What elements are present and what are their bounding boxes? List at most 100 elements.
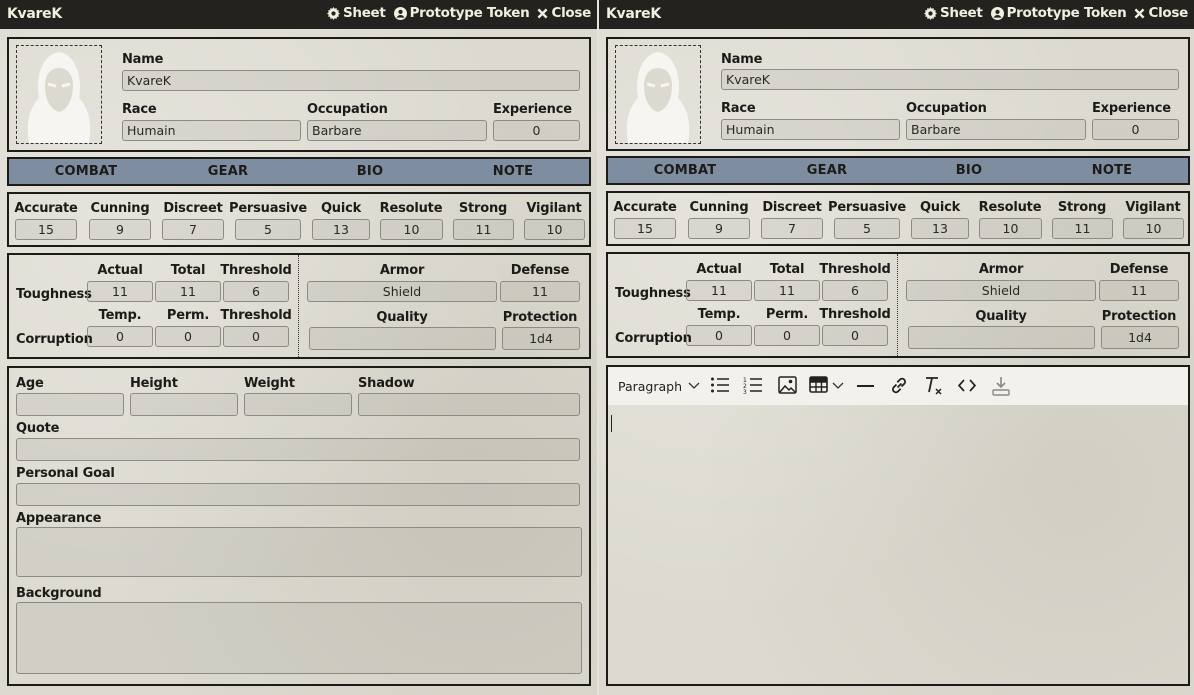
- protection-input[interactable]: 1d4: [1101, 326, 1179, 349]
- toughness-actual-input[interactable]: 11: [686, 280, 752, 301]
- toughness-total-input[interactable]: 11: [754, 280, 820, 301]
- name-input[interactable]: KvareK: [721, 69, 1179, 90]
- close-icon: [1135, 8, 1145, 18]
- prototype-token-button[interactable]: Prototype Token: [393, 5, 530, 21]
- defense-label: Defense: [1109, 262, 1169, 277]
- quality-input[interactable]: [309, 327, 496, 350]
- attr-resolute-label: Resolute: [978, 200, 1042, 215]
- attr-strong-value[interactable]: 11: [453, 219, 514, 240]
- corruption-threshold-input[interactable]: 0: [822, 325, 888, 346]
- toughness-actual-input[interactable]: 11: [87, 281, 153, 302]
- close-button[interactable]: Close: [1134, 5, 1188, 21]
- defense-input[interactable]: 11: [500, 281, 580, 302]
- numbered-list-icon[interactable]: 123: [743, 376, 763, 394]
- attr-accurate-value[interactable]: 15: [15, 219, 77, 240]
- tab-note[interactable]: NOTE: [493, 164, 533, 179]
- attr-persuasive-value[interactable]: 5: [834, 218, 900, 239]
- hooded-figure-icon: [626, 52, 690, 143]
- quality-input[interactable]: [908, 326, 1095, 349]
- personal-goal-input[interactable]: [16, 483, 580, 506]
- occupation-label: Occupation: [906, 101, 987, 116]
- close-button[interactable]: Close: [537, 5, 591, 21]
- attr-resolute-value[interactable]: 10: [380, 219, 443, 240]
- age-input[interactable]: [16, 393, 124, 416]
- toughness-threshold-input[interactable]: 6: [822, 280, 888, 301]
- attr-resolute-value[interactable]: 10: [979, 218, 1042, 239]
- link-icon[interactable]: [889, 376, 909, 395]
- weight-input[interactable]: [244, 393, 352, 416]
- window-header[interactable]: KvareK Sheet Prototype Token Close: [599, 0, 1194, 29]
- attributes-section: Accurate 15 Cunning 9 Discreet 7 Persuas…: [606, 191, 1190, 246]
- attr-vigilant-value[interactable]: 10: [1123, 218, 1184, 239]
- bullet-list-icon[interactable]: [710, 376, 730, 394]
- chevron-down-icon[interactable]: [832, 382, 844, 390]
- horizontal-rule-icon[interactable]: [857, 384, 874, 388]
- protection-input[interactable]: 1d4: [502, 327, 580, 350]
- sheet-tabs: COMBAT GEAR BIO NOTE: [606, 156, 1190, 185]
- prototype-token-button[interactable]: Prototype Token: [990, 5, 1127, 21]
- corruption-temp-input[interactable]: 0: [87, 326, 153, 347]
- save-icon[interactable]: [991, 376, 1011, 396]
- character-sheet-window-bio: KvareK Sheet Prototype Token Close Name …: [0, 0, 597, 695]
- armor-input[interactable]: Shield: [906, 280, 1096, 301]
- attr-strong-value[interactable]: 11: [1052, 218, 1113, 239]
- window-header[interactable]: KvareK Sheet Prototype Token Close: [0, 0, 597, 29]
- attr-cunning-value[interactable]: 9: [89, 219, 151, 240]
- tab-combat[interactable]: COMBAT: [55, 164, 118, 179]
- defense-input[interactable]: 11: [1099, 280, 1179, 301]
- height-input[interactable]: [130, 393, 238, 416]
- editor-content-area[interactable]: [608, 405, 1188, 684]
- tab-combat[interactable]: COMBAT: [654, 163, 717, 178]
- occupation-input[interactable]: Barbare: [906, 119, 1086, 140]
- clear-format-icon[interactable]: [924, 376, 944, 396]
- tab-bio[interactable]: BIO: [357, 164, 383, 179]
- source-code-icon[interactable]: [958, 379, 976, 392]
- appearance-textarea[interactable]: [16, 527, 582, 577]
- toughness-threshold-input[interactable]: 6: [223, 281, 289, 302]
- experience-input[interactable]: 0: [1092, 119, 1179, 140]
- attr-cunning-value[interactable]: 9: [688, 218, 750, 239]
- shadow-label: Shadow: [358, 376, 415, 391]
- actor-portrait[interactable]: [615, 45, 701, 144]
- occupation-input[interactable]: Barbare: [307, 120, 487, 141]
- tab-note[interactable]: NOTE: [1092, 163, 1132, 178]
- race-input[interactable]: Humain: [721, 119, 900, 140]
- attr-persuasive-value[interactable]: 5: [235, 219, 301, 240]
- chevron-down-icon[interactable]: [688, 382, 700, 390]
- shadow-input[interactable]: [358, 393, 580, 416]
- attr-quick-value[interactable]: 13: [312, 219, 370, 240]
- toughness-total-input[interactable]: 11: [155, 281, 221, 302]
- name-label: Name: [721, 52, 763, 67]
- experience-input[interactable]: 0: [493, 120, 580, 141]
- attr-discreet-label: Discreet: [762, 200, 822, 215]
- sheet-config-button[interactable]: Sheet: [923, 5, 983, 21]
- background-textarea[interactable]: [16, 602, 582, 674]
- quality-label: Quality: [376, 310, 428, 325]
- quote-input[interactable]: [16, 438, 580, 461]
- race-input[interactable]: Humain: [122, 120, 301, 141]
- attr-discreet-value[interactable]: 7: [761, 218, 823, 239]
- corruption-perm-input[interactable]: 0: [754, 325, 820, 346]
- table-icon[interactable]: [809, 376, 828, 393]
- corruption-label: Corruption: [615, 331, 692, 346]
- attr-vigilant-value[interactable]: 10: [524, 219, 585, 240]
- attr-persuasive-label: Persuasive: [827, 200, 907, 215]
- user-circle-icon: [990, 6, 1004, 20]
- tab-gear[interactable]: GEAR: [807, 163, 847, 178]
- corruption-perm-input[interactable]: 0: [155, 326, 221, 347]
- sheet-config-button[interactable]: Sheet: [326, 5, 386, 21]
- quote-label: Quote: [16, 421, 60, 436]
- personal-goal-label: Personal Goal: [16, 466, 115, 481]
- attr-quick-value[interactable]: 13: [911, 218, 969, 239]
- armor-input[interactable]: Shield: [307, 281, 497, 302]
- actor-portrait[interactable]: [16, 45, 102, 144]
- name-input[interactable]: KvareK: [122, 70, 580, 91]
- attr-accurate-value[interactable]: 15: [614, 218, 676, 239]
- tab-gear[interactable]: GEAR: [208, 164, 248, 179]
- block-format-select[interactable]: Paragraph: [618, 379, 682, 394]
- corruption-temp-input[interactable]: 0: [686, 325, 752, 346]
- attr-discreet-value[interactable]: 7: [162, 219, 224, 240]
- corruption-threshold-input[interactable]: 0: [223, 326, 289, 347]
- tab-bio[interactable]: BIO: [956, 163, 982, 178]
- image-icon[interactable]: [778, 376, 797, 394]
